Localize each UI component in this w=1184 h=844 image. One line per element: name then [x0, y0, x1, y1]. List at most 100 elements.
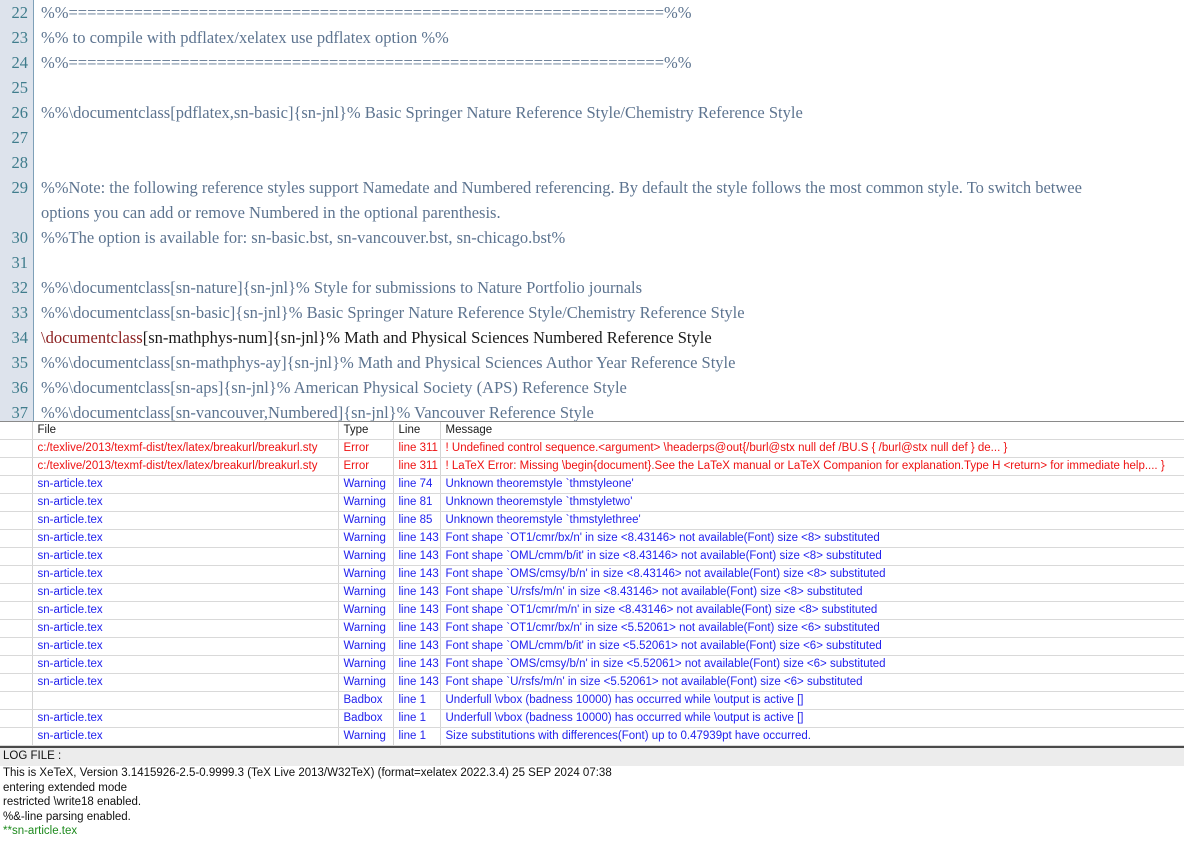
cell-message[interactable]: Font shape `OMS/cmsy/b/n' in size <5.520… — [440, 655, 1184, 674]
row-index-cell[interactable] — [0, 529, 33, 548]
table-row[interactable]: sn-article.tex Warning line 143 Font shape … — [0, 619, 1184, 638]
cell-file[interactable]: sn-article.tex — [32, 511, 339, 530]
cell-line[interactable]: line 143 — [393, 565, 441, 584]
column-header-file[interactable]: File — [32, 422, 339, 440]
line-content[interactable]: \documentclass[sn-mathphys-num]{sn-jnl}%… — [34, 325, 1184, 350]
cell-file[interactable]: sn-article.tex — [32, 547, 339, 566]
table-row[interactable]: sn-article.tex Warning line 143 Font shape … — [0, 583, 1184, 602]
cell-line[interactable]: line 143 — [393, 529, 441, 548]
cell-line[interactable]: line 143 — [393, 673, 441, 692]
row-index-cell[interactable] — [0, 601, 33, 620]
cell-message[interactable]: Unknown theoremstyle `thmstyletwo' — [440, 493, 1184, 512]
cell-type[interactable]: Warning — [338, 673, 394, 692]
cell-type[interactable]: Warning — [338, 583, 394, 602]
cell-line[interactable]: line 1 — [393, 691, 441, 710]
editor-line[interactable]: 22 %%====================================… — [0, 0, 1184, 25]
editor-line[interactable]: 34 \documentclass[sn-mathphys-num]{sn-jnl… — [0, 325, 1184, 350]
table-row[interactable]: sn-article.tex Warning line 143 Font shape … — [0, 637, 1184, 656]
table-row[interactable]: sn-article.tex Warning line 143 Font shape … — [0, 529, 1184, 548]
column-header-message[interactable]: Message — [440, 422, 1184, 440]
cell-message[interactable]: Unknown theoremstyle `thmstylethree' — [440, 511, 1184, 530]
row-index-cell[interactable] — [0, 673, 33, 692]
cell-line[interactable]: line 1 — [393, 709, 441, 728]
editor-line[interactable]: 30 %%The option is available for: sn-basi… — [0, 225, 1184, 250]
cell-file[interactable]: sn-article.tex — [32, 475, 339, 494]
cell-type[interactable]: Error — [338, 439, 394, 458]
cell-line[interactable]: line 85 — [393, 511, 441, 530]
cell-file[interactable]: sn-article.tex — [32, 655, 339, 674]
line-content[interactable] — [34, 75, 1184, 100]
table-row[interactable]: sn-article.tex Warning line 1 Size substitu… — [0, 727, 1184, 746]
cell-type[interactable]: Badbox — [338, 691, 394, 710]
editor-line[interactable]: 29 %%Note: the following reference styles… — [0, 175, 1184, 200]
line-content[interactable]: %%======================================… — [34, 0, 1184, 25]
cell-message[interactable]: Size substitutions with differences(Font… — [440, 727, 1184, 746]
row-index-cell[interactable] — [0, 547, 33, 566]
table-row[interactable]: sn-article.tex Badbox line 1 Underfull \vbo… — [0, 709, 1184, 728]
cell-type[interactable]: Warning — [338, 601, 394, 620]
cell-line[interactable]: line 81 — [393, 493, 441, 512]
editor-line[interactable]: 24 %%====================================… — [0, 50, 1184, 75]
row-index-cell[interactable] — [0, 637, 33, 656]
cell-message[interactable]: Font shape `U/rsfs/m/n' in size <8.43146… — [440, 583, 1184, 602]
row-index-cell[interactable] — [0, 691, 33, 710]
table-row[interactable]: Badbox line 1 Underfull \vbox (badness 100… — [0, 691, 1184, 710]
row-index-cell[interactable] — [0, 493, 33, 512]
cell-line[interactable]: line 143 — [393, 637, 441, 656]
line-content[interactable]: %%======================================… — [34, 50, 1184, 75]
cell-message[interactable]: Underfull \vbox (badness 10000) has occu… — [440, 709, 1184, 728]
editor-line[interactable]: 35 %%\documentclass[sn-mathphys-ay]{sn-jn… — [0, 350, 1184, 375]
table-row[interactable]: sn-article.tex Warning line 143 Font shape … — [0, 601, 1184, 620]
editor-line[interactable]: 33 %%\documentclass[sn-basic]{sn-jnl}% Ba… — [0, 300, 1184, 325]
cell-type[interactable]: Warning — [338, 727, 394, 746]
cell-file[interactable]: sn-article.tex — [32, 709, 339, 728]
cell-message[interactable]: Font shape `OML/cmm/b/it' in size <8.431… — [440, 547, 1184, 566]
cell-file[interactable]: sn-article.tex — [32, 619, 339, 638]
cell-line[interactable]: line 143 — [393, 655, 441, 674]
table-row[interactable]: c:/texlive/2013/texmf-dist/tex/latex/bre… — [0, 457, 1184, 476]
cell-line[interactable]: line 143 — [393, 583, 441, 602]
cell-file[interactable]: sn-article.tex — [32, 673, 339, 692]
cell-type[interactable]: Warning — [338, 655, 394, 674]
cell-type[interactable]: Warning — [338, 511, 394, 530]
row-index-cell[interactable] — [0, 619, 33, 638]
row-index-cell[interactable] — [0, 655, 33, 674]
row-index-cell[interactable] — [0, 457, 33, 476]
row-index-cell[interactable] — [0, 583, 33, 602]
line-content[interactable]: %%\documentclass[sn-basic]{sn-jnl}% Basi… — [34, 300, 1184, 325]
cell-message[interactable]: Font shape `OT1/cmr/bx/n' in size <5.520… — [440, 619, 1184, 638]
cell-type[interactable]: Error — [338, 457, 394, 476]
line-content[interactable] — [34, 250, 1184, 275]
source-editor[interactable]: 22 %%====================================… — [0, 0, 1184, 421]
cell-line[interactable]: line 143 — [393, 619, 441, 638]
cell-file[interactable]: sn-article.tex — [32, 529, 339, 548]
compile-messages-panel[interactable]: File Type Line Message c:/texlive/2013/t… — [0, 421, 1184, 746]
log-file-output[interactable]: This is XeTeX, Version 3.1415926-2.5-0.9… — [0, 766, 1184, 839]
line-content[interactable]: %%\documentclass[sn-aps]{sn-jnl}% Americ… — [34, 375, 1184, 400]
cell-line[interactable]: line 143 — [393, 601, 441, 620]
cell-type[interactable]: Warning — [338, 529, 394, 548]
line-content[interactable]: %% to compile with pdflatex/xelatex use … — [34, 25, 1184, 50]
cell-type[interactable]: Warning — [338, 493, 394, 512]
line-content[interactable]: %%\documentclass[pdflatex,sn-basic]{sn-j… — [34, 100, 1184, 125]
cell-message[interactable]: Underfull \vbox (badness 10000) has occu… — [440, 691, 1184, 710]
cell-message[interactable]: Unknown theoremstyle `thmstyleone' — [440, 475, 1184, 494]
table-row[interactable]: sn-article.tex Warning line 74 Unknown theo… — [0, 475, 1184, 494]
cell-message[interactable]: ! LaTeX Error: Missing \begin{document}.… — [440, 457, 1184, 476]
cell-type[interactable]: Badbox — [338, 709, 394, 728]
line-content[interactable]: %%\documentclass[sn-nature]{sn-jnl}% Sty… — [34, 275, 1184, 300]
column-header-index[interactable] — [0, 422, 33, 440]
line-content-wrapped[interactable]: options you can add or remove Numbered i… — [34, 200, 1184, 225]
table-row[interactable]: sn-article.tex Warning line 143 Font shape … — [0, 673, 1184, 692]
row-index-cell[interactable] — [0, 511, 33, 530]
line-content[interactable]: %%The option is available for: sn-basic.… — [34, 225, 1184, 250]
cell-type[interactable]: Warning — [338, 619, 394, 638]
cell-type[interactable]: Warning — [338, 565, 394, 584]
editor-line[interactable]: 37 %%\documentclass[sn-vancouver,Numbered… — [0, 400, 1184, 421]
cell-message[interactable]: Font shape `OML/cmm/b/it' in size <5.520… — [440, 637, 1184, 656]
editor-line[interactable]: 27 — [0, 125, 1184, 150]
cell-message[interactable]: Font shape `U/rsfs/m/n' in size <5.52061… — [440, 673, 1184, 692]
line-content[interactable]: %%Note: the following reference styles s… — [34, 175, 1184, 200]
line-content[interactable]: %%\documentclass[sn-mathphys-ay]{sn-jnl}… — [34, 350, 1184, 375]
cell-line[interactable]: line 311 — [393, 457, 441, 476]
